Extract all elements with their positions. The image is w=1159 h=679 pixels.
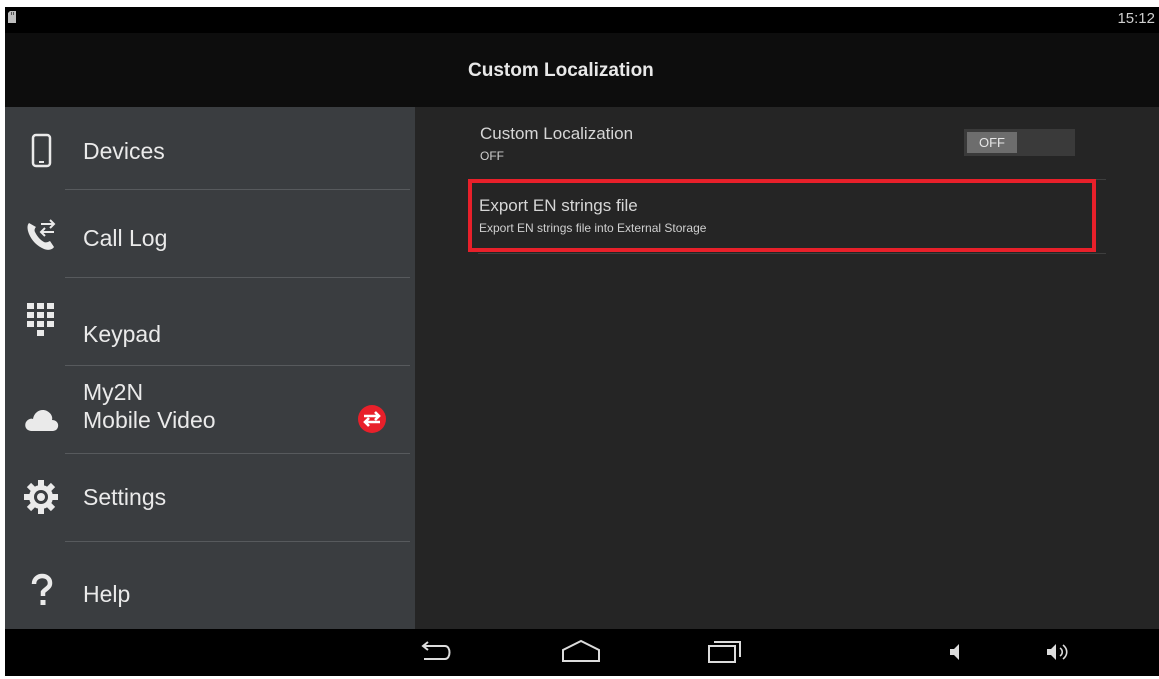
volume-up-icon[interactable] [1044, 637, 1072, 667]
drawer-divider [65, 277, 410, 278]
drawer-item-help[interactable]: Help [5, 543, 415, 629]
drawer-divider [65, 365, 410, 366]
page-title: Custom Localization [468, 60, 654, 81]
pref-summary: OFF [480, 149, 504, 163]
drawer-item-label: Keypad [83, 321, 162, 347]
drawer-item-label-line1: My2N [83, 379, 144, 405]
pref-export-en-strings[interactable]: Export EN strings file Export EN strings… [468, 179, 1096, 252]
drawer-item-label: Call Log [83, 225, 168, 251]
drawer-item-devices[interactable]: Devices [5, 107, 415, 195]
volume-down-icon[interactable] [946, 637, 966, 667]
drawer-item-call-log[interactable]: Call Log [5, 195, 415, 279]
custom-localization-toggle[interactable]: OFF [964, 129, 1075, 156]
toggle-state-label: OFF [967, 132, 1017, 153]
drawer-item-label-line2: Mobile Video [83, 407, 216, 433]
keypad-icon [27, 303, 54, 336]
drawer-divider [65, 453, 410, 454]
sd-card-icon [8, 11, 16, 23]
status-bar: 15:12 [5, 7, 1159, 33]
pref-title: Custom Localization [480, 124, 634, 143]
drawer-divider [65, 189, 410, 190]
drawer-item-label: Settings [83, 484, 167, 510]
cloud-icon [25, 409, 59, 431]
navigation-drawer: Devices Call Log Keypad My2N Mobile Vide… [5, 107, 415, 629]
phone-device-icon [31, 133, 52, 168]
action-bar: Custom Localization [5, 33, 1159, 107]
drawer-item-my2n-mobile-video[interactable]: My2N Mobile Video [5, 367, 415, 453]
system-nav-bar [5, 629, 1159, 676]
android-screen: 15:12 Custom Localization Devices Call L… [5, 7, 1159, 676]
pref-title: Export EN strings file [479, 196, 638, 215]
drawer-item-label: Devices [83, 138, 165, 164]
pref-divider [478, 253, 1106, 254]
gear-icon [24, 480, 58, 514]
recents-icon[interactable] [705, 637, 745, 667]
sync-badge-icon [358, 405, 386, 433]
status-clock: 15:12 [1117, 10, 1155, 27]
call-log-icon [27, 219, 56, 250]
drawer-item-label: Help [83, 581, 131, 607]
drawer-divider [65, 541, 410, 542]
drawer-item-keypad[interactable]: Keypad [5, 279, 415, 365]
settings-content: Custom Localization OFF OFF Export EN st… [415, 107, 1159, 629]
home-icon[interactable] [560, 637, 602, 667]
pref-summary: Export EN strings file into External Sto… [479, 221, 707, 235]
drawer-item-settings[interactable]: Settings [5, 455, 415, 541]
back-icon[interactable] [415, 637, 455, 667]
question-icon [31, 573, 53, 605]
